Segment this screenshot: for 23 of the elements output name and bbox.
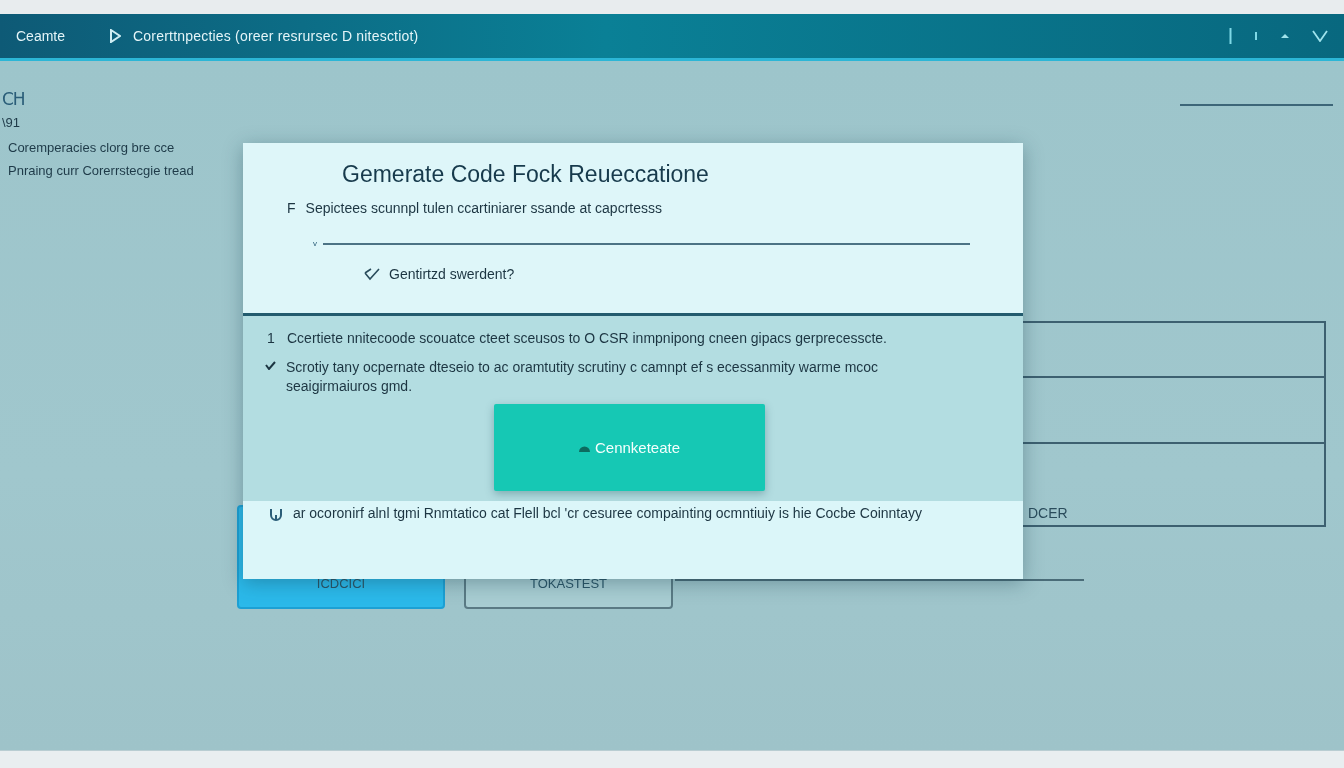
table-cell: DCER bbox=[1028, 505, 1068, 521]
instruction-text: Scrotiy tany ocpernate dteseio to ac oramtutity scrutiny c camnpt ef s ecessanmity warme mcoc seaigirmaiuros gmd. bbox=[286, 358, 880, 396]
check-icon bbox=[265, 361, 276, 370]
curl-icon bbox=[269, 508, 283, 522]
subtitle-prefix: F bbox=[287, 200, 296, 216]
sidebar-label: \91 bbox=[2, 115, 22, 130]
input-field[interactable]: v bbox=[313, 239, 970, 248]
breadcrumb: Corerttnpecties (oreer resrursec D nitesctiot) bbox=[133, 28, 419, 44]
list-number: 1 bbox=[266, 330, 276, 346]
play-icon[interactable] bbox=[109, 29, 122, 43]
instruction-text: Ccertiete nnitecoode scouatce cteet sceusos to O CSR inmpnipong cneen gipacs gerprecesscte. bbox=[287, 330, 887, 347]
chevron-down-icon[interactable] bbox=[1312, 30, 1328, 42]
dialog-subtitle: Sepictees scunnpl tulen ccartiniarer ssande at capcrtesss bbox=[305, 200, 662, 216]
app-title: Ceamte bbox=[16, 28, 66, 44]
dialog-title: Gemerate Code Fock Reueccatione bbox=[342, 161, 710, 188]
sidebar-code: CH bbox=[2, 89, 26, 109]
divider-icon bbox=[1229, 28, 1232, 44]
note-text: ar ocoronirf alnl tgmi Rnmtatico cat Flell bcl 'cr cesuree compainting ocmntiuiy is hie Cocbe Coinntayy bbox=[293, 505, 923, 522]
caret-up-icon[interactable] bbox=[1280, 33, 1290, 39]
option-label: Gentirtzd swerdent? bbox=[389, 266, 515, 282]
check-icon[interactable] bbox=[363, 267, 381, 281]
sidebar-text: Coremperacies clorg bre cce bbox=[7, 140, 176, 155]
sidebar-text: Pnraing curr Corerrstecgie tread bbox=[7, 163, 195, 178]
